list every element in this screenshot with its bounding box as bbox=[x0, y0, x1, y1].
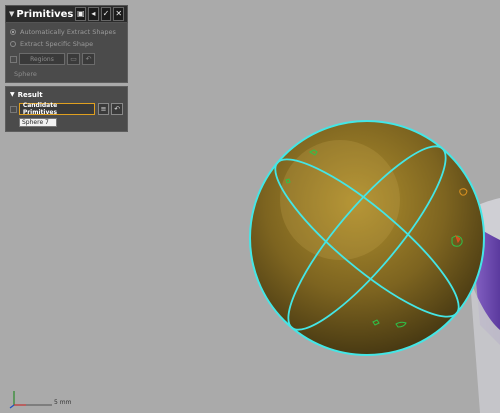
cancel-x-icon[interactable]: ✕ bbox=[113, 7, 125, 21]
regions-row: Regions ▭ ↶ bbox=[10, 53, 123, 65]
regions-checkbox[interactable] bbox=[10, 55, 17, 63]
fitted-sphere[interactable] bbox=[249, 120, 485, 356]
panel-titlebar: ▼ Primitives ▣ ◂ ✓ ✕ bbox=[5, 5, 128, 23]
region-select-icon[interactable]: ▭ bbox=[67, 53, 80, 65]
result-collapse-icon[interactable]: ▼ bbox=[10, 91, 15, 98]
sphere-name-field[interactable]: Sphere 7 bbox=[19, 118, 57, 127]
radio-auto-extract[interactable] bbox=[10, 29, 16, 35]
lock-icon[interactable]: ▣ bbox=[75, 7, 87, 21]
option-auto-extract-label: Automatically Extract Shapes bbox=[20, 28, 116, 36]
region-undo-icon[interactable]: ↶ bbox=[82, 53, 95, 65]
option-specific-shape[interactable]: Extract Specific Shape bbox=[10, 38, 123, 50]
candidate-checkbox[interactable] bbox=[10, 105, 17, 113]
option-auto-extract[interactable]: Automatically Extract Shapes bbox=[10, 26, 123, 38]
list-icon[interactable]: ≡ bbox=[97, 103, 110, 115]
back-icon[interactable]: ◂ bbox=[88, 7, 99, 21]
primitives-panel: ▼ Primitives ▣ ◂ ✓ ✕ Automatically Extra… bbox=[5, 5, 128, 132]
panel-title: Primitives bbox=[16, 8, 74, 20]
ok-check-icon[interactable]: ✓ bbox=[100, 7, 112, 21]
candidate-undo-icon[interactable]: ↶ bbox=[111, 103, 124, 115]
result-section: ▼ Result Candidate Primitives ≡ ↶ Sphere… bbox=[5, 86, 128, 132]
candidate-row: Candidate Primitives ≡ ↶ bbox=[10, 102, 124, 116]
collapse-triangle-icon[interactable]: ▼ bbox=[9, 10, 14, 18]
extract-options: Automatically Extract Shapes Extract Spe… bbox=[5, 23, 128, 83]
axis-triad bbox=[9, 391, 52, 409]
sphere-label: Sphere bbox=[14, 70, 37, 78]
result-header[interactable]: ▼ Result bbox=[10, 89, 123, 100]
option-specific-shape-label: Extract Specific Shape bbox=[20, 40, 94, 48]
candidate-primitives-button[interactable]: Candidate Primitives bbox=[18, 102, 95, 116]
regions-button[interactable]: Regions bbox=[19, 53, 65, 65]
scale-unit-label: 5 mm bbox=[54, 399, 72, 406]
result-title: Result bbox=[17, 90, 43, 99]
radio-specific-shape[interactable] bbox=[10, 41, 16, 47]
